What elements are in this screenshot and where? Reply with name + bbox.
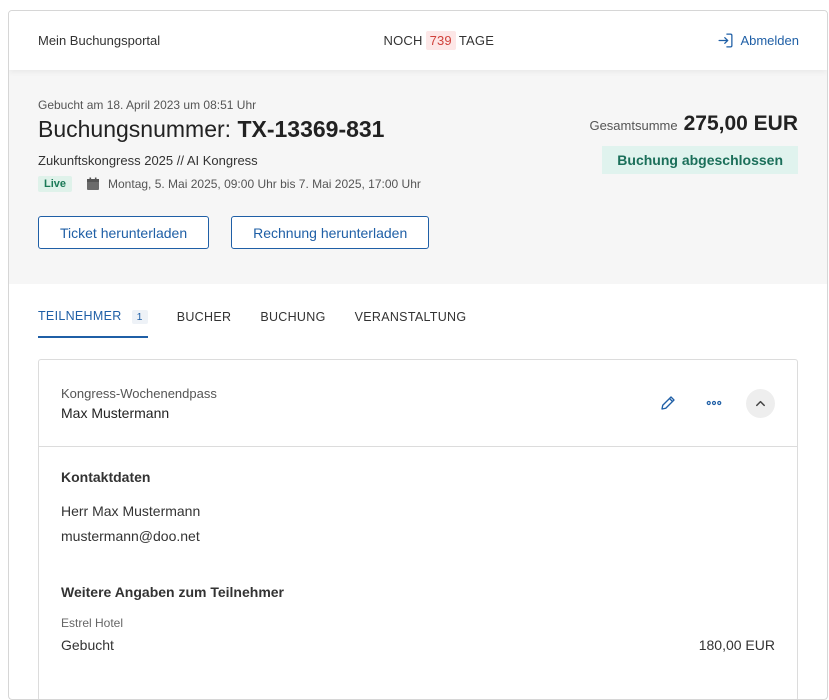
- hotel-price: 180,00 EUR: [698, 637, 775, 653]
- countdown-prefix: NOCH: [383, 33, 423, 48]
- participant-card-header[interactable]: Kongress-Wochenendpass Max Mustermann: [39, 360, 797, 447]
- logout-label: Abmelden: [740, 33, 799, 48]
- total-label: Gesamtsumme: [589, 118, 678, 133]
- event-info-row: Live Montag, 5. Mai 2025, 09:00 Uhr bis …: [38, 176, 798, 192]
- countdown-days: 739: [425, 31, 456, 50]
- event-countdown: NOCH 739 TAGE: [383, 31, 495, 50]
- total-summary: Gesamtsumme 275,00 EUR Buchung abgeschlos…: [589, 112, 798, 174]
- more-icon: [706, 400, 722, 406]
- contact-name: Herr Max Mustermann: [61, 503, 201, 519]
- extra-info-section: Weitere Angaben zum Teilnehmer Estrel Ho…: [61, 584, 775, 653]
- tab-teilnehmer-count: 1: [131, 310, 148, 324]
- tab-veranstaltung[interactable]: VERANSTALTUNG: [355, 310, 467, 338]
- portal-frame: Mein Buchungsportal NOCH 739 TAGE Abmelden…: [8, 10, 828, 700]
- download-buttons: Ticket herunterladen Rechnung herunterla…: [38, 216, 798, 249]
- total-amount: 275,00 EUR: [683, 112, 798, 135]
- contact-email: mustermann@doo.net: [61, 528, 200, 544]
- hotel-status: Gebucht: [61, 637, 114, 653]
- tab-buchung[interactable]: BUCHUNG: [260, 310, 325, 338]
- status-badge: Buchung abgeschlossen: [602, 146, 798, 174]
- countdown-suffix: TAGE: [458, 33, 495, 48]
- tab-bar: TEILNEHMER 1 BUCHER BUCHUNG VERANSTALTUNG: [9, 284, 827, 338]
- logout-icon: [718, 33, 733, 48]
- participant-card: Kongress-Wochenendpass Max Mustermann Ko…: [38, 359, 798, 699]
- booking-number-label: Buchungsnummer:: [38, 116, 232, 142]
- hotel-row: Gebucht 180,00 EUR: [61, 637, 775, 653]
- participant-name: Max Mustermann: [61, 404, 170, 421]
- total-line: Gesamtsumme 275,00 EUR: [589, 112, 798, 136]
- contact-section-title: Kontaktdaten: [61, 469, 151, 485]
- participant-card-body: Kontaktdaten Herr Max Mustermann musterm…: [39, 447, 797, 675]
- collapse-button[interactable]: [746, 388, 775, 418]
- extra-section-title: Weitere Angaben zum Teilnehmer: [61, 584, 285, 600]
- pencil-icon: [661, 396, 675, 410]
- ticket-type: Kongress-Wochenendpass: [61, 385, 217, 401]
- edit-button[interactable]: [654, 389, 682, 417]
- booked-on-date: Gebucht am 18. April 2023 um 08:51 Uhr: [38, 98, 257, 112]
- tab-teilnehmer[interactable]: TEILNEHMER 1: [38, 309, 148, 338]
- more-options-button[interactable]: [700, 389, 728, 417]
- tab-teilnehmer-label: TEILNEHMER: [38, 309, 122, 323]
- participant-summary: Kongress-Wochenendpass Max Mustermann: [61, 386, 217, 421]
- download-ticket-button[interactable]: Ticket herunterladen: [38, 216, 210, 249]
- chevron-up-icon: [756, 400, 765, 406]
- booking-header: Gebucht am 18. April 2023 um 08:51 Uhr B…: [9, 70, 827, 284]
- booking-number-value: TX-13369-831: [237, 116, 385, 142]
- live-badge: Live: [38, 176, 73, 192]
- portal-title: Mein Buchungsportal: [38, 33, 161, 48]
- hotel-label: Estrel Hotel: [61, 616, 124, 630]
- event-dates: Montag, 5. Mai 2025, 09:00 Uhr bis 7. Ma…: [108, 177, 421, 191]
- logout-link[interactable]: Abmelden: [717, 32, 799, 49]
- tab-bucher[interactable]: BUCHER: [177, 310, 232, 338]
- participant-actions: [654, 388, 775, 418]
- download-invoice-button[interactable]: Rechnung herunterladen: [231, 216, 430, 249]
- top-bar: Mein Buchungsportal NOCH 739 TAGE Abmelden: [9, 11, 827, 70]
- calendar-icon: [87, 177, 100, 190]
